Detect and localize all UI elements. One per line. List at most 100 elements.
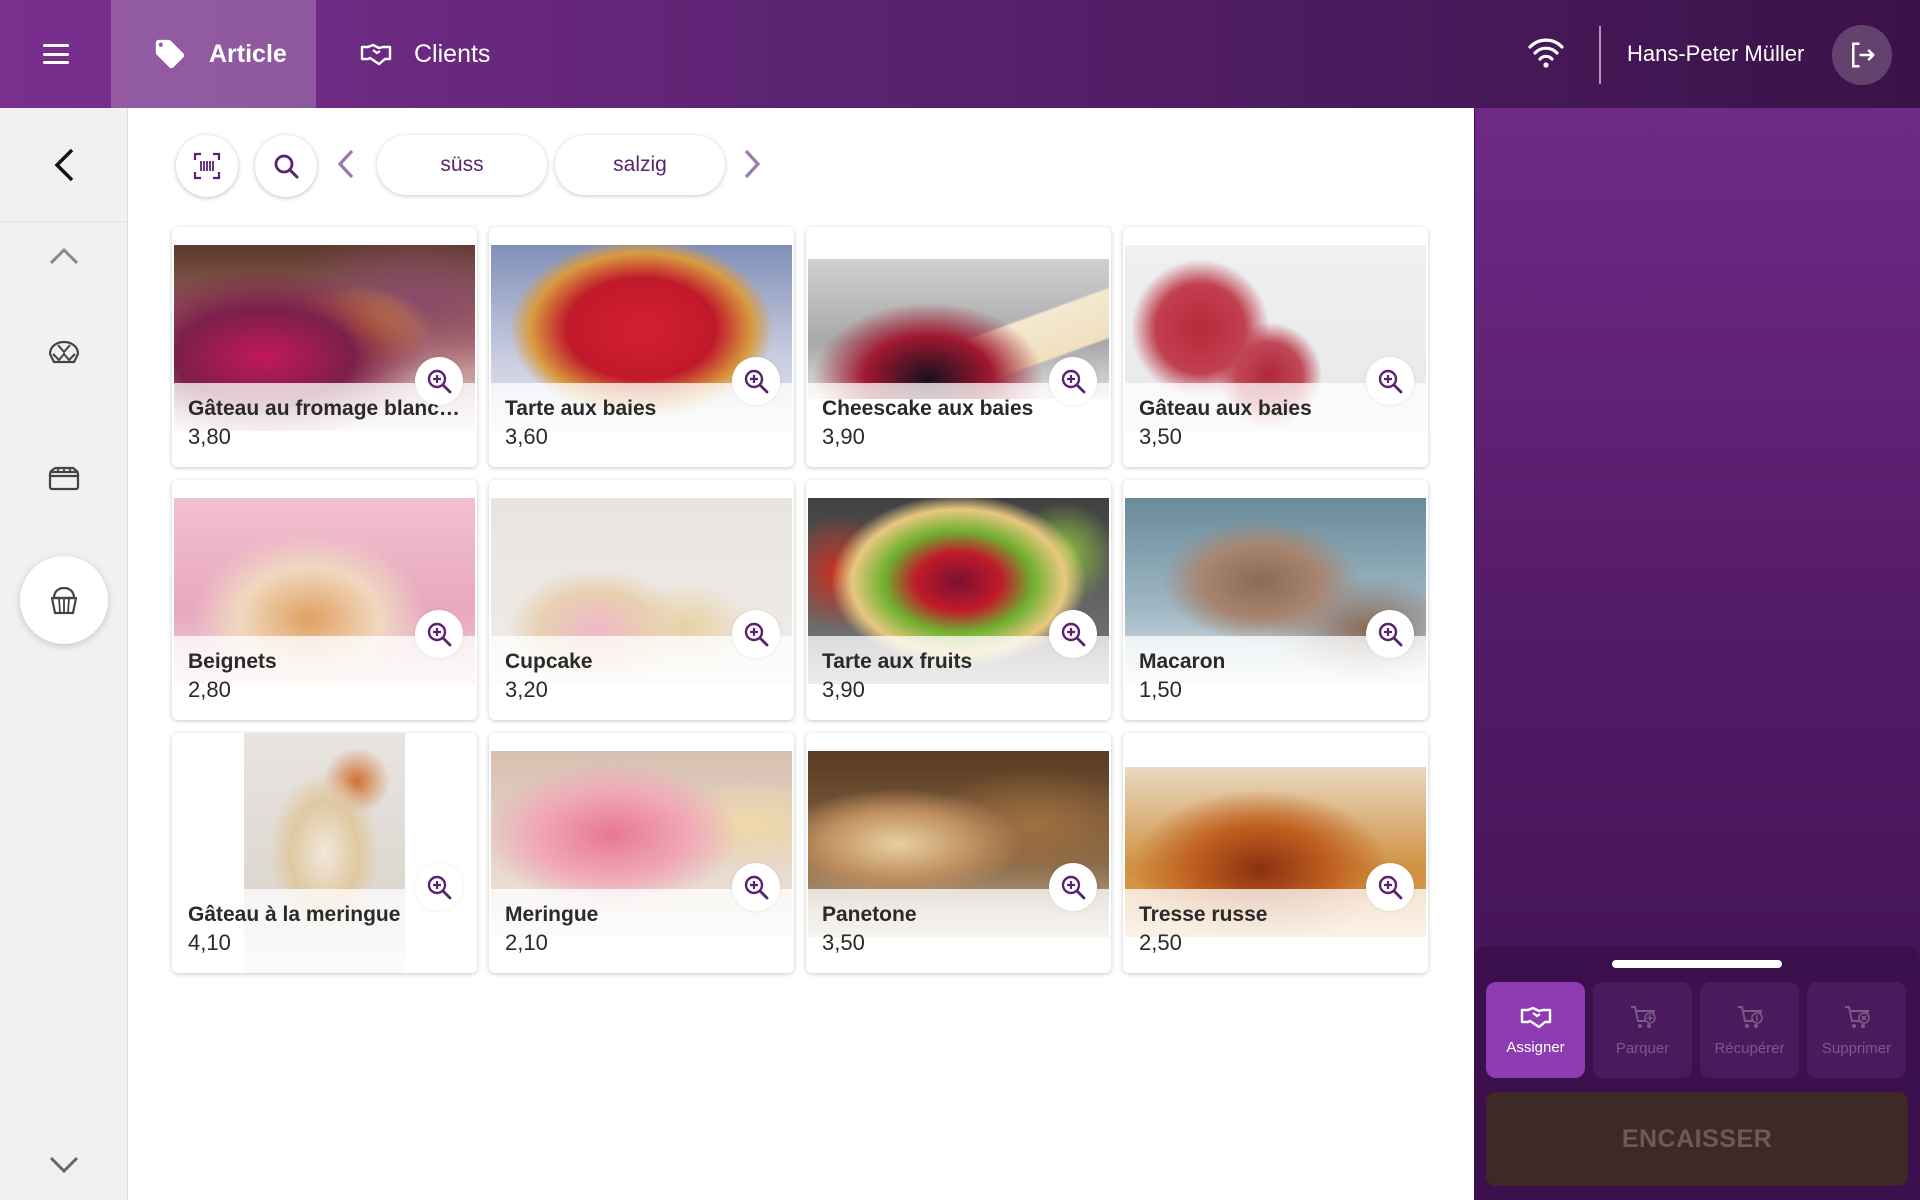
wifi-icon: [1527, 36, 1565, 73]
product-card[interactable]: Beignets 2,80: [172, 480, 477, 720]
product-card[interactable]: Macaron 1,50: [1123, 480, 1428, 720]
product-name: Meringue: [505, 903, 599, 926]
zoom-button[interactable]: [732, 863, 780, 911]
zoom-button[interactable]: [1049, 610, 1097, 658]
category-sidebar: [0, 108, 128, 1200]
cupcake-icon: [50, 586, 78, 615]
product-card[interactable]: Tresse russe 2,50: [1123, 733, 1428, 973]
delete-label: Supprimer: [1821, 1039, 1892, 1057]
zoom-button[interactable]: [1049, 863, 1097, 911]
product-card[interactable]: Panetone 3,50: [806, 733, 1111, 973]
zoom-in-icon: [744, 622, 769, 647]
top-bar: Article Clients Hans-Peter Müller: [0, 0, 1920, 108]
menu-button[interactable]: [0, 0, 111, 108]
category-chip-label: salzig: [613, 153, 667, 176]
box-icon: [48, 466, 79, 491]
category-next-button[interactable]: [742, 146, 762, 187]
product-name: Tarte aux fruits: [822, 650, 973, 673]
pastry-icon: [48, 340, 79, 364]
chevron-right-icon: [744, 149, 761, 179]
sidebar-item-boxes[interactable]: [0, 453, 127, 503]
zoom-button[interactable]: [1366, 863, 1414, 911]
assign-button[interactable]: Assigner: [1486, 982, 1585, 1078]
barcode-scan-button[interactable]: [176, 135, 238, 197]
zoom-in-icon: [1061, 875, 1086, 900]
product-name: Tresse russe: [1139, 903, 1268, 926]
search-button[interactable]: [255, 135, 317, 197]
product-name: Gâteau au fromage blanc…: [188, 397, 460, 420]
category-chip-label: süss: [440, 153, 484, 176]
zoom-in-icon: [1378, 875, 1403, 900]
park-label: Parquer: [1615, 1039, 1670, 1057]
product-card[interactable]: Gâteau aux baies 3,50: [1123, 227, 1428, 467]
cart-remove-icon: [1844, 1005, 1870, 1028]
category-chip-salzig[interactable]: salzig: [555, 135, 725, 195]
delete-button[interactable]: Supprimer: [1807, 982, 1906, 1078]
product-price: 2,80: [188, 677, 231, 702]
chevron-left-icon: [54, 148, 73, 181]
sidebar-item-cakes[interactable]: [20, 556, 108, 644]
product-name: Gâteau aux baies: [1139, 397, 1312, 420]
retrieve-button[interactable]: Récupérer: [1700, 982, 1799, 1078]
product-card[interactable]: Meringue 2,10: [489, 733, 794, 973]
chevron-up-icon: [49, 247, 78, 265]
tab-clients-label: Clients: [414, 39, 491, 68]
zoom-button[interactable]: [732, 357, 780, 405]
zoom-button[interactable]: [415, 610, 463, 658]
logout-button[interactable]: [1832, 25, 1892, 85]
cart-actions-drawer: Assigner Parquer Récupérer Supprimer ENC…: [1474, 946, 1920, 1200]
zoom-in-icon: [427, 875, 452, 900]
product-name: Beignets: [188, 650, 277, 673]
cart-retrieve-icon: [1737, 1005, 1763, 1028]
park-button[interactable]: Parquer: [1593, 982, 1692, 1078]
product-price: 3,90: [822, 677, 865, 702]
zoom-in-icon: [744, 369, 769, 394]
product-card[interactable]: Tarte aux baies 3,60: [489, 227, 794, 467]
search-icon: [274, 154, 299, 179]
zoom-in-icon: [1378, 369, 1403, 394]
category-prev-button[interactable]: [336, 146, 356, 187]
product-price: 3,90: [822, 424, 865, 449]
checkout-label: ENCAISSER: [1621, 1124, 1773, 1153]
zoom-in-icon: [744, 875, 769, 900]
product-name: Cupcake: [505, 650, 593, 673]
zoom-in-icon: [1061, 622, 1086, 647]
product-price: 2,50: [1139, 930, 1182, 955]
handshake-icon: [1520, 1006, 1551, 1028]
product-price: 3,60: [505, 424, 548, 449]
drawer-handle[interactable]: [1612, 960, 1782, 968]
product-name: Macaron: [1139, 650, 1226, 673]
category-chip-suess[interactable]: süss: [377, 135, 547, 195]
product-card[interactable]: Tarte aux fruits 3,90: [806, 480, 1111, 720]
chevron-down-icon: [49, 1156, 78, 1174]
product-card[interactable]: Gâteau au fromage blanc… 3,80: [172, 227, 477, 467]
article-panel: süss salzig Gâteau au fromage blanc… 3,8…: [128, 108, 1474, 1200]
tab-clients[interactable]: Clients: [360, 0, 490, 108]
zoom-button[interactable]: [732, 610, 780, 658]
retrieve-label: Récupérer: [1714, 1039, 1785, 1057]
checkout-button[interactable]: ENCAISSER: [1486, 1092, 1908, 1186]
product-card[interactable]: Gâteau à la meringue 4,10: [172, 733, 477, 973]
zoom-in-icon: [1061, 369, 1086, 394]
scroll-down-button[interactable]: [0, 1150, 127, 1180]
product-grid: Gâteau au fromage blanc… 3,80 Tarte aux …: [172, 227, 1428, 973]
product-card[interactable]: Cheescake aux baies 3,90: [806, 227, 1111, 467]
product-price: 3,50: [822, 930, 865, 955]
product-price: 2,10: [505, 930, 548, 955]
zoom-button[interactable]: [1366, 610, 1414, 658]
back-button[interactable]: [0, 108, 127, 222]
zoom-button[interactable]: [1049, 357, 1097, 405]
zoom-in-icon: [427, 622, 452, 647]
sidebar-item-baked-goods[interactable]: [0, 328, 127, 378]
zoom-button[interactable]: [1366, 357, 1414, 405]
barcode-scan-icon: [193, 152, 221, 180]
tab-article[interactable]: Article: [111, 0, 316, 108]
zoom-button[interactable]: [415, 357, 463, 405]
handshake-icon: [360, 43, 392, 66]
scroll-up-button[interactable]: [0, 236, 127, 276]
product-card[interactable]: Cupcake 3,20: [489, 480, 794, 720]
zoom-in-icon: [1378, 622, 1403, 647]
zoom-button[interactable]: [415, 863, 463, 911]
product-price: 3,50: [1139, 424, 1182, 449]
hamburger-icon: [42, 44, 69, 64]
